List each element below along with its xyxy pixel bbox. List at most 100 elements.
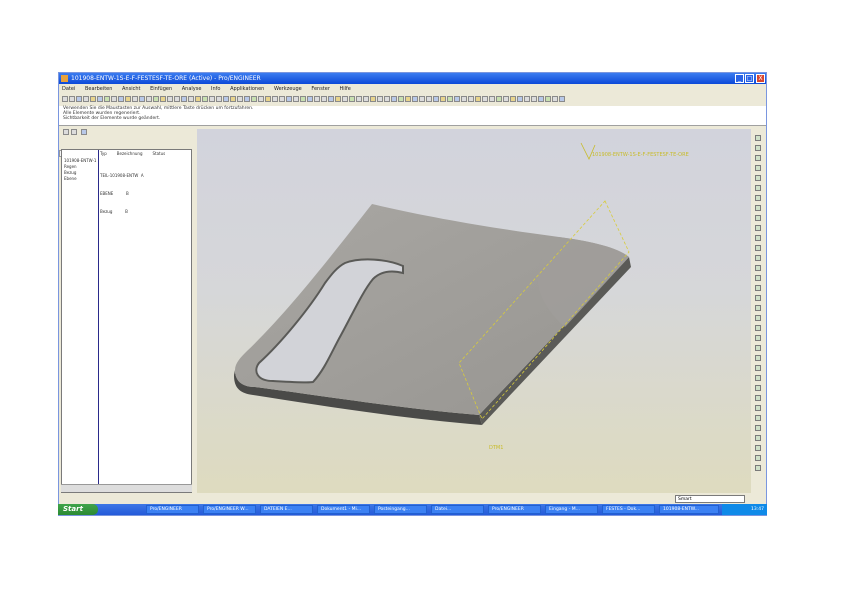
toolbar-button[interactable] (447, 96, 453, 102)
toolbar-button[interactable] (300, 96, 306, 102)
taskbar-item[interactable]: 101908-ENTW... (659, 505, 719, 514)
toolbar-button[interactable] (440, 96, 446, 102)
toolbar-button[interactable] (496, 96, 502, 102)
feature-tool-button[interactable] (755, 165, 761, 171)
selection-filter[interactable]: Smart (675, 495, 745, 503)
favorites-icon[interactable] (71, 129, 77, 135)
toolbar-button[interactable] (335, 96, 341, 102)
toolbar-button[interactable] (237, 96, 243, 102)
toolbar-button[interactable] (265, 96, 271, 102)
tree-icon[interactable] (81, 129, 87, 135)
toolbar-button[interactable] (531, 96, 537, 102)
toolbar-button[interactable] (279, 96, 285, 102)
feature-tool-button[interactable] (755, 225, 761, 231)
toolbar-button[interactable] (160, 96, 166, 102)
toolbar-button[interactable] (111, 96, 117, 102)
folder-icon[interactable] (63, 129, 69, 135)
feature-tool-button[interactable] (755, 425, 761, 431)
column-header-status[interactable]: Status (153, 151, 166, 157)
toolbar-button[interactable] (307, 96, 313, 102)
panel-divider[interactable] (98, 150, 99, 492)
graphics-viewport[interactable]: 101908-ENTW-1S-E-F-FESTESF-TE-ORE DTM1 (197, 129, 751, 493)
toolbar-button[interactable] (363, 96, 369, 102)
toolbar-button[interactable] (433, 96, 439, 102)
feature-tool-button[interactable] (755, 245, 761, 251)
maximize-button[interactable]: □ (745, 74, 754, 83)
toolbar-button[interactable] (104, 96, 110, 102)
table-row[interactable]: EBENE B (100, 191, 144, 197)
feature-tool-button[interactable] (755, 135, 761, 141)
column-header-type[interactable]: Typ (100, 151, 107, 157)
feature-tool-button[interactable] (755, 405, 761, 411)
toolbar-button[interactable] (174, 96, 180, 102)
toolbar-button[interactable] (188, 96, 194, 102)
menu-item[interactable]: Ansicht (122, 86, 140, 92)
toolbar-button[interactable] (391, 96, 397, 102)
taskbar-item[interactable]: Posteingang... (374, 505, 427, 514)
toolbar-button[interactable] (559, 96, 565, 102)
feature-tool-button[interactable] (755, 455, 761, 461)
feature-tool-button[interactable] (755, 145, 761, 151)
toolbar-button[interactable] (216, 96, 222, 102)
table-row[interactable]: TEIL-101908-ENTW A (100, 173, 144, 179)
toolbar-button[interactable] (517, 96, 523, 102)
toolbar-button[interactable] (370, 96, 376, 102)
toolbar-button[interactable] (468, 96, 474, 102)
feature-tool-button[interactable] (755, 175, 761, 181)
toolbar-button[interactable] (524, 96, 530, 102)
minimize-button[interactable]: _ (735, 74, 744, 83)
feature-tool-button[interactable] (755, 255, 761, 261)
toolbar-button[interactable] (538, 96, 544, 102)
toolbar-button[interactable] (230, 96, 236, 102)
toolbar-button[interactable] (139, 96, 145, 102)
feature-tool-button[interactable] (755, 195, 761, 201)
toolbar-button[interactable] (286, 96, 292, 102)
feature-tool-button[interactable] (755, 335, 761, 341)
feature-tool-button[interactable] (755, 345, 761, 351)
toolbar-button[interactable] (489, 96, 495, 102)
toolbar-button[interactable] (202, 96, 208, 102)
menu-item[interactable]: Fenster (311, 86, 330, 92)
toolbar-button[interactable] (426, 96, 432, 102)
toolbar-button[interactable] (454, 96, 460, 102)
toolbar-button[interactable] (342, 96, 348, 102)
menu-item[interactable]: Analyse (182, 86, 202, 92)
taskbar-item[interactable]: Datei... (431, 505, 484, 514)
feature-tool-button[interactable] (755, 355, 761, 361)
feature-tool-button[interactable] (755, 365, 761, 371)
feature-tool-button[interactable] (755, 435, 761, 441)
horizontal-scrollbar[interactable] (61, 484, 192, 492)
taskbar-item[interactable]: Pro/ENGINEER W... (203, 505, 256, 514)
title-bar[interactable]: 101908-ENTW-1S-E-F-FESTESF-TE-ORE (Activ… (59, 73, 766, 84)
toolbar-button[interactable] (181, 96, 187, 102)
toolbar-button[interactable] (209, 96, 215, 102)
toolbar-button[interactable] (62, 96, 68, 102)
feature-tool-button[interactable] (755, 155, 761, 161)
menu-item[interactable]: Hilfe (339, 86, 350, 92)
toolbar-button[interactable] (83, 96, 89, 102)
toolbar-button[interactable] (377, 96, 383, 102)
toolbar-button[interactable] (412, 96, 418, 102)
toolbar-button[interactable] (118, 96, 124, 102)
toolbar-button[interactable] (510, 96, 516, 102)
toolbar-button[interactable] (76, 96, 82, 102)
feature-tool-button[interactable] (755, 285, 761, 291)
feature-tool-button[interactable] (755, 375, 761, 381)
start-button[interactable]: Start (58, 504, 98, 515)
feature-tool-button[interactable] (755, 295, 761, 301)
taskbar-item[interactable]: Pro/ENGINEER (146, 505, 199, 514)
toolbar-button[interactable] (125, 96, 131, 102)
toolbar-button[interactable] (244, 96, 250, 102)
feature-tool-button[interactable] (755, 215, 761, 221)
menu-item[interactable]: Bearbeiten (85, 86, 112, 92)
feature-tool-button[interactable] (755, 265, 761, 271)
feature-tool-button[interactable] (755, 185, 761, 191)
toolbar-button[interactable] (146, 96, 152, 102)
feature-tool-button[interactable] (755, 315, 761, 321)
toolbar-button[interactable] (153, 96, 159, 102)
toolbar-button[interactable] (195, 96, 201, 102)
toolbar-button[interactable] (97, 96, 103, 102)
menu-item[interactable]: Datei (62, 86, 75, 92)
toolbar-button[interactable] (349, 96, 355, 102)
taskbar-item[interactable]: FESTES - Dok... (602, 505, 655, 514)
